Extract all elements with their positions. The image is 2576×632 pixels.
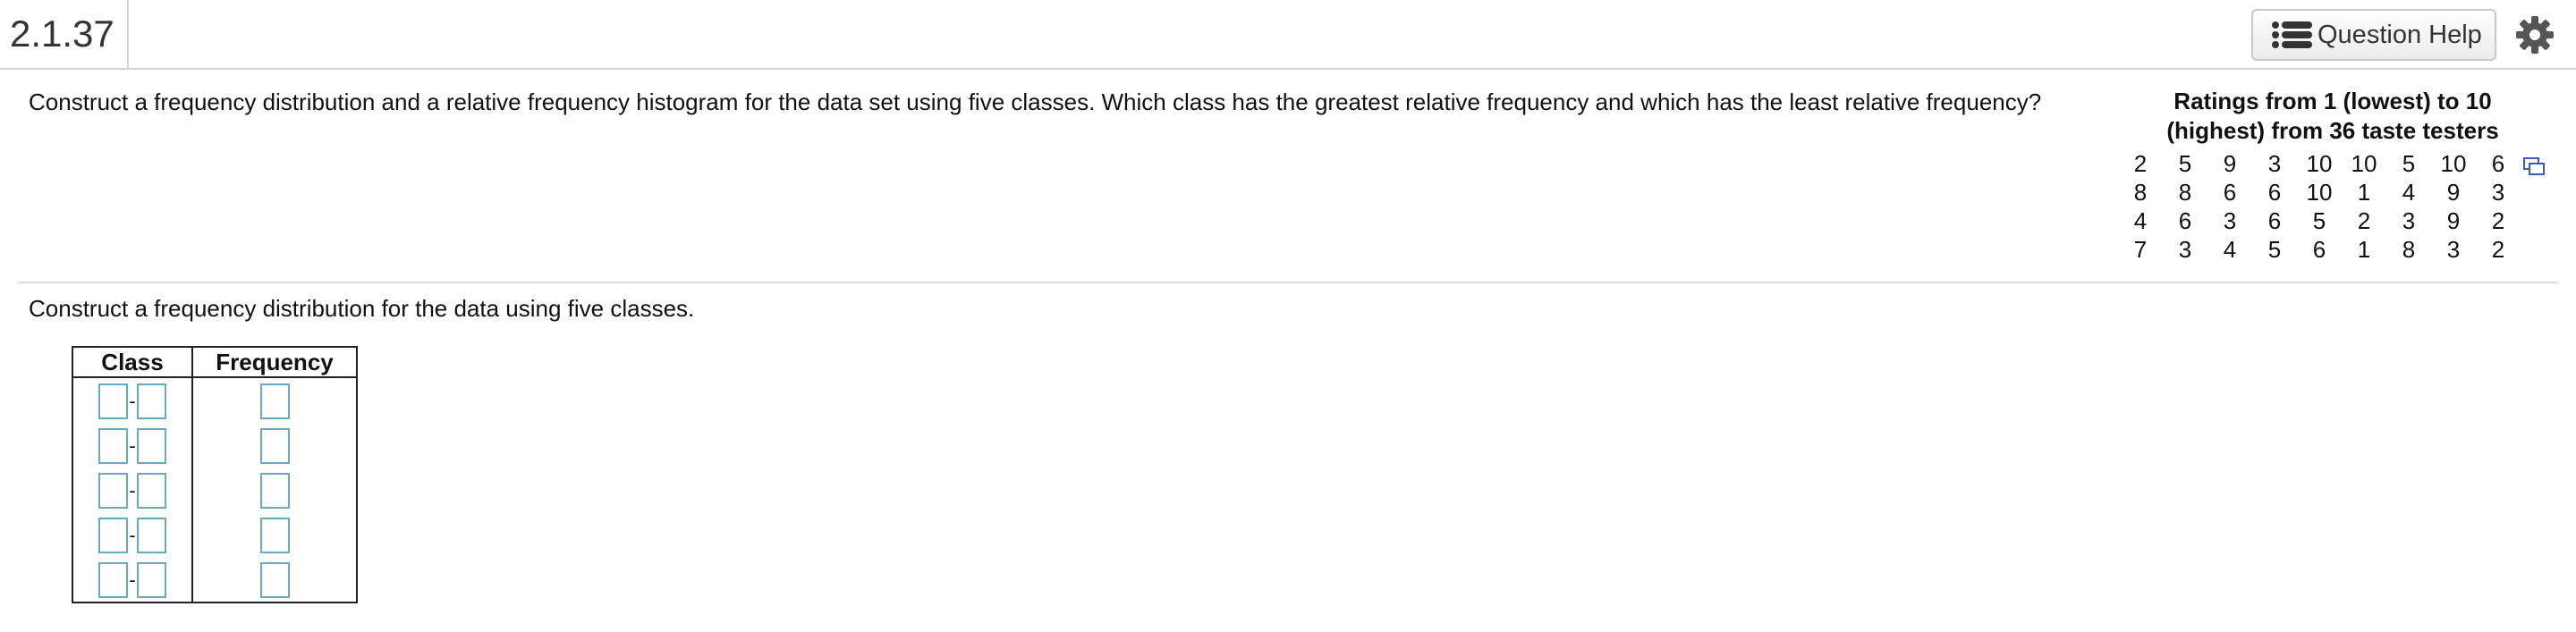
frequency-cell <box>191 377 358 423</box>
list-icon <box>2272 21 2312 48</box>
dataset-value: 1 <box>2357 236 2371 263</box>
dataset-value: 7 <box>2133 236 2148 263</box>
header-bar: 2.1.37 Question Help <box>0 0 2576 70</box>
column-header-frequency: Frequency <box>191 346 358 378</box>
class-upper-input[interactable] <box>137 473 166 509</box>
frequency-cell <box>191 512 358 557</box>
frequency-cell <box>191 423 358 468</box>
class-lower-input[interactable] <box>98 428 128 464</box>
dataset-value: 10 <box>2306 179 2333 206</box>
section-divider <box>18 282 2558 283</box>
dataset-value: 2 <box>2357 207 2371 234</box>
dataset-value: 6 <box>2491 150 2505 177</box>
dataset-row: 4 6 3 6 5 2 3 9 2 <box>2118 206 2547 235</box>
frequency-cell <box>191 557 358 603</box>
table-row: - <box>72 377 358 423</box>
dataset-value: 10 <box>2306 150 2333 177</box>
dataset-value: 2 <box>2133 150 2148 177</box>
dataset-value: 6 <box>2223 179 2237 206</box>
class-dash: - <box>129 479 136 501</box>
class-lower-input[interactable] <box>98 518 128 553</box>
frequency-cell <box>191 468 358 512</box>
frequency-input[interactable] <box>259 518 290 553</box>
dataset-value: 8 <box>2133 179 2148 206</box>
dataset-value: 4 <box>2133 207 2148 234</box>
class-cell: - <box>72 557 193 603</box>
dataset-value: 2 <box>2491 236 2505 263</box>
frequency-table: Class Frequency - - - - - <box>72 346 358 603</box>
table-row: - <box>72 423 358 468</box>
dataset-value: 3 <box>2223 207 2237 234</box>
dataset-panel: Ratings from 1 (lowest) to 10 (highest) … <box>2118 87 2547 264</box>
class-upper-input[interactable] <box>137 562 166 598</box>
class-dash: - <box>129 524 136 546</box>
instruction-text: Construct a frequency distribution for t… <box>29 295 695 322</box>
class-upper-input[interactable] <box>137 383 166 419</box>
table-row: - <box>72 557 358 603</box>
dataset-title: Ratings from 1 (lowest) to 10 (highest) … <box>2118 87 2547 146</box>
dataset-value: 8 <box>2402 236 2416 263</box>
dataset-value: 6 <box>2312 236 2326 263</box>
dataset-value: 3 <box>2491 179 2505 206</box>
dataset-value: 5 <box>2312 207 2326 234</box>
dataset-grid: 2 5 9 3 10 10 5 10 6 8 8 6 6 10 1 4 9 3 4 6 3 6 5 2 3 9 2 7 3 4 5 6 1 8 3 2 <box>2118 149 2547 264</box>
class-cell: - <box>72 512 193 557</box>
dataset-value: 3 <box>2267 150 2282 177</box>
dataset-value: 3 <box>2446 236 2461 263</box>
dataset-title-line1: Ratings from 1 (lowest) to 10 <box>2174 88 2492 114</box>
copy-icon[interactable] <box>2522 156 2546 176</box>
dataset-value: 3 <box>2402 207 2416 234</box>
dataset-value: 10 <box>2440 150 2467 177</box>
class-dash: - <box>129 569 136 591</box>
dataset-value: 9 <box>2223 150 2237 177</box>
dataset-value: 2 <box>2491 207 2505 234</box>
table-row: - <box>72 468 358 512</box>
frequency-input[interactable] <box>259 428 290 464</box>
dataset-value: 6 <box>2267 179 2282 206</box>
dataset-value: 3 <box>2178 236 2192 263</box>
class-cell: - <box>72 423 193 468</box>
dataset-row: 8 8 6 6 10 1 4 9 3 <box>2118 178 2547 206</box>
dataset-value: 9 <box>2446 207 2461 234</box>
dataset-value: 5 <box>2267 236 2282 263</box>
frequency-input[interactable] <box>259 473 290 509</box>
class-lower-input[interactable] <box>98 562 128 598</box>
dataset-value: 4 <box>2402 179 2416 206</box>
dataset-value: 8 <box>2178 179 2192 206</box>
frequency-input[interactable] <box>259 562 290 598</box>
class-upper-input[interactable] <box>137 428 166 464</box>
dataset-value: 5 <box>2178 150 2192 177</box>
question-help-label: Question Help <box>2318 20 2482 49</box>
dataset-value: 1 <box>2357 179 2371 206</box>
class-lower-input[interactable] <box>98 383 128 419</box>
class-dash: - <box>129 434 136 457</box>
class-dash: - <box>129 390 136 412</box>
frequency-input[interactable] <box>259 383 290 419</box>
gear-icon[interactable] <box>2515 15 2555 55</box>
dataset-row: 7 3 4 5 6 1 8 3 2 <box>2118 235 2547 264</box>
class-lower-input[interactable] <box>98 473 128 509</box>
dataset-value: 6 <box>2178 207 2192 234</box>
class-cell: - <box>72 468 193 512</box>
class-upper-input[interactable] <box>137 518 166 553</box>
question-help-button[interactable]: Question Help <box>2251 9 2496 61</box>
problem-number: 2.1.37 <box>0 0 129 68</box>
dataset-value: 5 <box>2402 150 2416 177</box>
column-header-class: Class <box>72 346 193 378</box>
dataset-row: 2 5 9 3 10 10 5 10 6 <box>2118 149 2547 178</box>
class-cell: - <box>72 377 193 423</box>
dataset-value: 4 <box>2223 236 2237 263</box>
dataset-value: 10 <box>2351 150 2377 177</box>
question-text: Construct a frequency distribution and a… <box>29 88 2042 115</box>
dataset-value: 6 <box>2267 207 2282 234</box>
dataset-value: 9 <box>2446 179 2461 206</box>
table-row: - <box>72 512 358 557</box>
dataset-title-line2: (highest) from 36 taste testers <box>2166 117 2499 144</box>
